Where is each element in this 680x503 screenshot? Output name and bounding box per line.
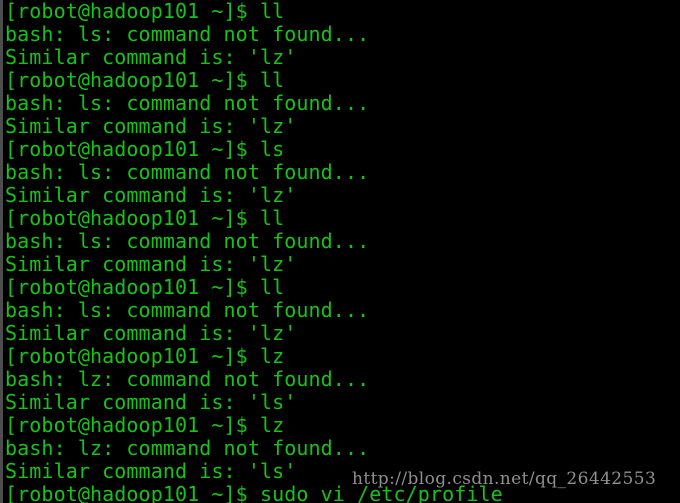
- terminal-line-hint: Similar command is: 'lz': [5, 252, 297, 276]
- terminal-line-prompt: [robot@hadoop101 ~]$ sudo vi /etc/profil…: [5, 482, 503, 503]
- terminal-line-error: bash: lz: command not found...: [5, 367, 370, 391]
- terminal-line-error: bash: ls: command not found...: [5, 298, 370, 322]
- terminal-line-error: bash: ls: command not found...: [5, 229, 370, 253]
- terminal-line-prompt: [robot@hadoop101 ~]$ lz: [5, 344, 285, 368]
- terminal-line-hint: Similar command is: 'lz': [5, 114, 297, 138]
- terminal-line-prompt: [robot@hadoop101 ~]$ ls: [5, 137, 285, 161]
- terminal-line-prompt: [robot@hadoop101 ~]$ lz: [5, 413, 285, 437]
- terminal-line-error: bash: ls: command not found...: [5, 160, 370, 184]
- terminal-output: [robot@hadoop101 ~]$ ll bash: ls: command…: [5, 0, 680, 503]
- terminal-line-error: bash: ls: command not found...: [5, 91, 370, 115]
- terminal-line-error: bash: lz: command not found...: [5, 436, 370, 460]
- terminal-line-prompt: [robot@hadoop101 ~]$ ll: [5, 0, 285, 23]
- terminal-line-prompt: [robot@hadoop101 ~]$ ll: [5, 206, 285, 230]
- terminal-line-hint: Similar command is: 'lz': [5, 321, 297, 345]
- terminal-line-hint: Similar command is: 'ls': [5, 390, 297, 414]
- terminal-line-hint: Similar command is: 'lz': [5, 45, 297, 69]
- terminal-line-hint: Similar command is: 'lz': [5, 183, 297, 207]
- terminal-line-error: bash: ls: command not found...: [5, 22, 370, 46]
- terminal-left-gutter: [0, 0, 3, 503]
- terminal-window[interactable]: [robot@hadoop101 ~]$ ll bash: ls: command…: [0, 0, 680, 503]
- terminal-line-hint: Similar command is: 'ls': [5, 459, 297, 483]
- terminal-line-prompt: [robot@hadoop101 ~]$ ll: [5, 68, 285, 92]
- terminal-line-prompt: [robot@hadoop101 ~]$ ll: [5, 275, 285, 299]
